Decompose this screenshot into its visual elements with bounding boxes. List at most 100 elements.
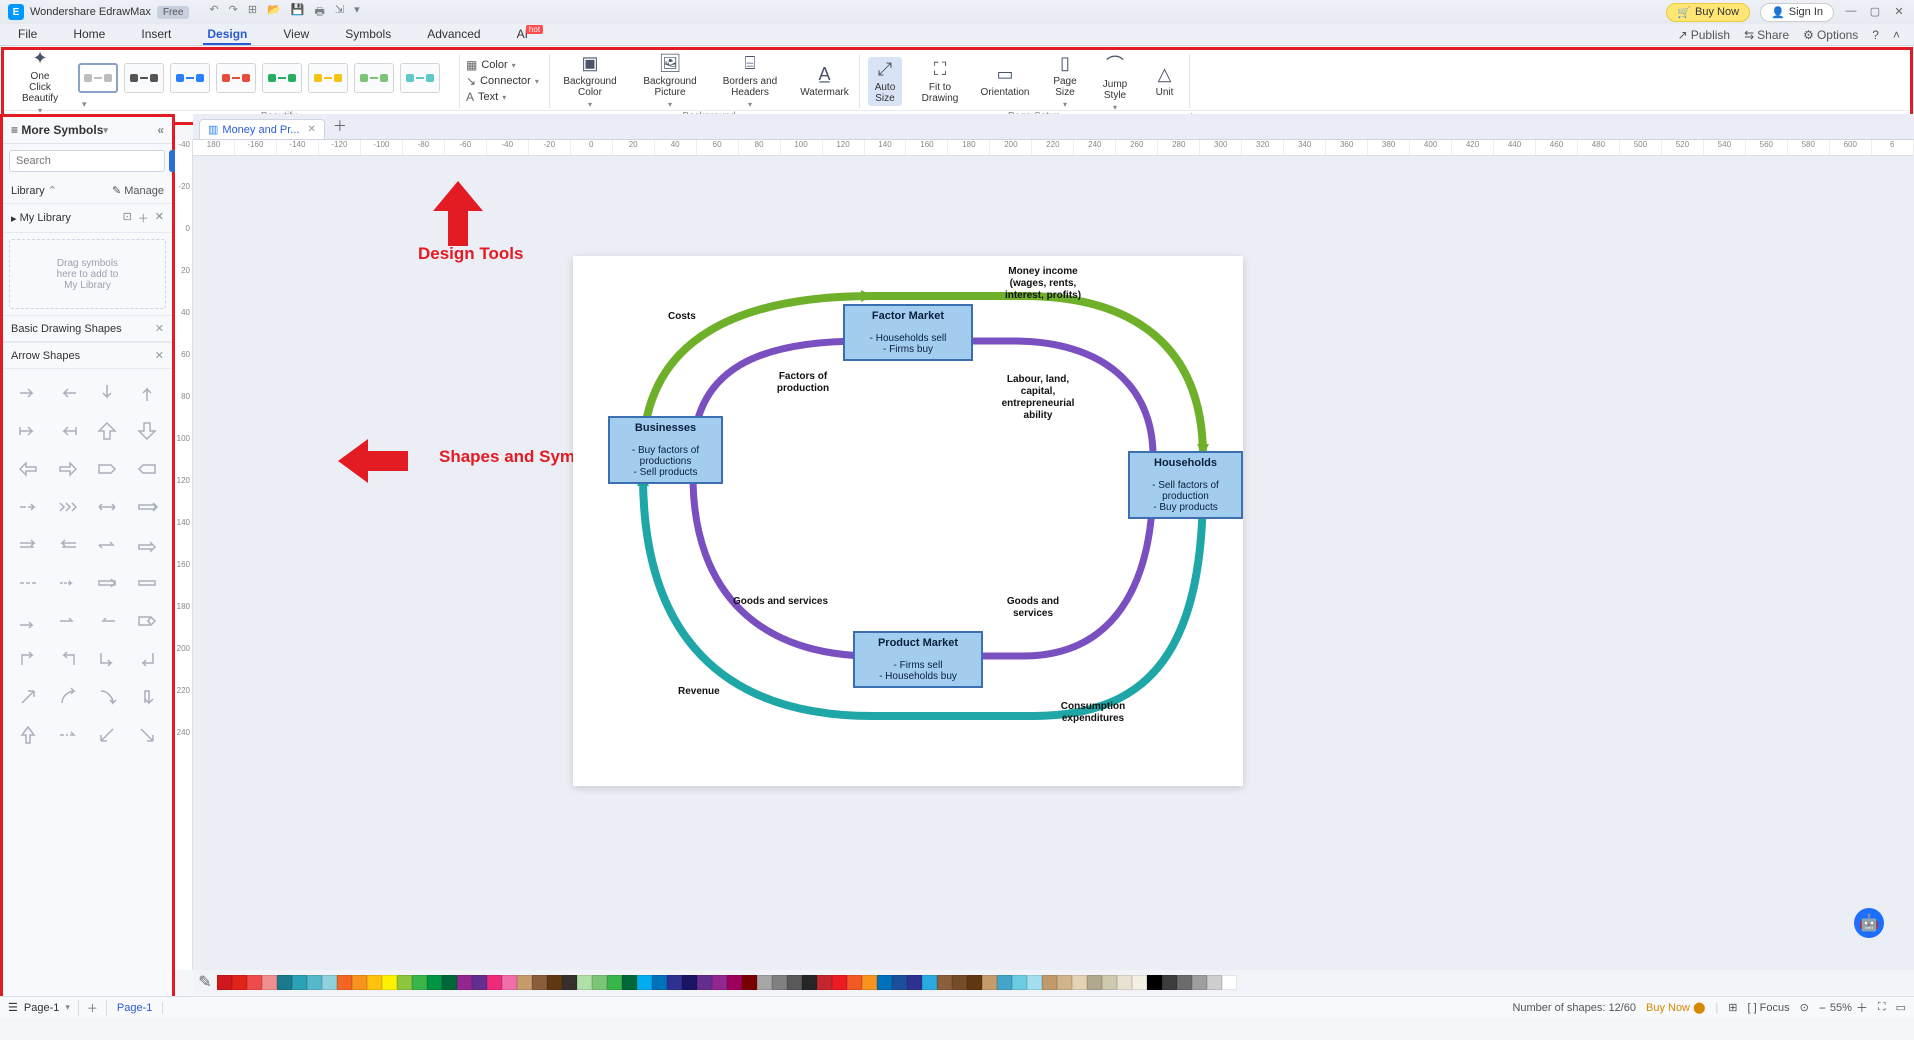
theme-swatch-4[interactable]	[216, 63, 256, 93]
arrow-shape-17[interactable]	[51, 529, 85, 561]
theme-swatch-1[interactable]	[78, 63, 118, 93]
theme-swatch-5[interactable]	[262, 63, 302, 93]
color-swatch[interactable]	[562, 975, 577, 990]
eyedropper-icon[interactable]: ✎	[197, 972, 213, 992]
text-dropdown[interactable]: AText▾	[464, 89, 508, 105]
arrow-shape-35[interactable]	[130, 681, 164, 713]
mylibrary-close-icon[interactable]: ✕	[155, 210, 164, 226]
color-swatch[interactable]	[682, 975, 697, 990]
basic-shapes-section[interactable]: Basic Drawing Shapes	[11, 323, 122, 335]
mylibrary-add-icon[interactable]: ＋	[138, 210, 149, 226]
color-swatch[interactable]	[1072, 975, 1087, 990]
collapse-panel-icon[interactable]: «	[157, 123, 164, 137]
arrow-shape-3[interactable]	[130, 377, 164, 409]
my-library-dropzone[interactable]: Drag symbols here to add to My Library	[9, 239, 166, 309]
options-button[interactable]: ⚙Options	[1803, 28, 1858, 42]
grid-toggle-icon[interactable]: ⊞	[1728, 1001, 1737, 1014]
presentation-icon[interactable]: ▭	[1896, 1001, 1906, 1014]
color-swatch[interactable]	[262, 975, 277, 990]
color-swatch[interactable]	[1042, 975, 1057, 990]
focus-button[interactable]: [ ]Focus	[1747, 1002, 1789, 1014]
color-swatch[interactable]	[667, 975, 682, 990]
color-swatch[interactable]	[802, 975, 817, 990]
share-button[interactable]: ⇆Share	[1744, 28, 1789, 42]
color-swatch[interactable]	[217, 975, 232, 990]
chatbot-button[interactable]: 🤖	[1854, 908, 1884, 938]
mylibrary-expand-icon[interactable]: ⊡	[123, 210, 132, 226]
arrow-shape-10[interactable]	[91, 453, 125, 485]
color-swatch[interactable]	[862, 975, 877, 990]
color-swatch[interactable]	[1012, 975, 1027, 990]
arrow-shape-0[interactable]	[11, 377, 45, 409]
color-swatch[interactable]	[247, 975, 262, 990]
fit-page-icon[interactable]: ⊙	[1800, 1001, 1809, 1014]
arrow-shape-27[interactable]	[130, 605, 164, 637]
add-page-button[interactable]: ＋	[78, 1000, 107, 1016]
library-manage-button[interactable]: ✎ Manage	[112, 184, 164, 197]
theme-swatch-3[interactable]	[170, 63, 210, 93]
symbol-search-input[interactable]	[9, 150, 165, 172]
zoom-in-button[interactable]: ＋	[1856, 999, 1868, 1016]
color-swatch[interactable]	[337, 975, 352, 990]
menu-home[interactable]: Home	[69, 25, 109, 45]
menu-view[interactable]: View	[279, 25, 313, 45]
color-swatch[interactable]	[442, 975, 457, 990]
arrow-shape-25[interactable]	[51, 605, 85, 637]
color-swatch[interactable]	[892, 975, 907, 990]
arrow-shape-34[interactable]	[91, 681, 125, 713]
arrow-shape-7[interactable]	[130, 415, 164, 447]
arrow-shape-26[interactable]	[91, 605, 125, 637]
arrow-shapes-section[interactable]: Arrow Shapes	[11, 350, 80, 362]
export-icon[interactable]: ⇲	[335, 3, 344, 22]
one-click-beautify-button[interactable]: ✦ One Click Beautify ▾	[18, 48, 62, 115]
document-tab[interactable]: ▥ Money and Pr... ✕	[199, 119, 325, 139]
color-swatch[interactable]	[472, 975, 487, 990]
menu-advanced[interactable]: Advanced	[423, 25, 484, 45]
drawing-page[interactable]: Factor Market - Households sell - Firms …	[573, 256, 1243, 786]
color-swatch[interactable]	[757, 975, 772, 990]
color-swatch[interactable]	[787, 975, 802, 990]
arrow-shapes-close-icon[interactable]: ✕	[155, 349, 164, 362]
arrow-shape-12[interactable]	[11, 491, 45, 523]
color-swatch[interactable]	[1102, 975, 1117, 990]
arrow-shape-13[interactable]	[51, 491, 85, 523]
color-swatch[interactable]	[1027, 975, 1042, 990]
menu-design[interactable]: Design	[203, 25, 251, 45]
color-swatch[interactable]	[1162, 975, 1177, 990]
arrow-shape-5[interactable]	[51, 415, 85, 447]
color-dropdown[interactable]: ▦Color▾	[464, 57, 518, 73]
theme-swatch-6[interactable]	[308, 63, 348, 93]
color-swatch[interactable]	[742, 975, 757, 990]
arrow-shape-8[interactable]	[11, 453, 45, 485]
arrow-shape-1[interactable]	[51, 377, 85, 409]
arrow-shape-39[interactable]	[130, 719, 164, 751]
theme-swatch-7[interactable]	[354, 63, 394, 93]
color-swatch[interactable]	[712, 975, 727, 990]
arrow-shape-4[interactable]	[11, 415, 45, 447]
color-swatch[interactable]	[847, 975, 862, 990]
sign-in-button[interactable]: 👤Sign In	[1760, 3, 1834, 22]
fit-drawing-button[interactable]: ⛶Fit to Drawing	[918, 59, 963, 104]
color-swatch[interactable]	[427, 975, 442, 990]
color-swatch[interactable]	[1147, 975, 1162, 990]
page-selector[interactable]: ☰ Page-1 ▾	[0, 1001, 78, 1014]
color-swatch[interactable]	[517, 975, 532, 990]
arrow-shape-33[interactable]	[51, 681, 85, 713]
color-swatch[interactable]	[532, 975, 547, 990]
color-swatch[interactable]	[322, 975, 337, 990]
buy-now-button[interactable]: 🛒Buy Now	[1666, 3, 1750, 22]
fullscreen-icon[interactable]: ⛶	[1878, 1001, 1886, 1014]
color-swatch[interactable]	[502, 975, 517, 990]
arrow-shape-31[interactable]	[130, 643, 164, 675]
color-swatch[interactable]	[772, 975, 787, 990]
color-swatch[interactable]	[637, 975, 652, 990]
color-swatch[interactable]	[592, 975, 607, 990]
minimize-button[interactable]: —	[1844, 5, 1858, 19]
color-swatch[interactable]	[952, 975, 967, 990]
orientation-button[interactable]: ▭Orientation	[977, 64, 1034, 98]
undo-icon[interactable]: ↶	[209, 3, 218, 22]
arrow-shape-6[interactable]	[91, 415, 125, 447]
color-swatch[interactable]	[277, 975, 292, 990]
product-market-box[interactable]: Product Market - Firms sell - Households…	[853, 631, 983, 688]
theme-swatch-8[interactable]	[400, 63, 440, 93]
